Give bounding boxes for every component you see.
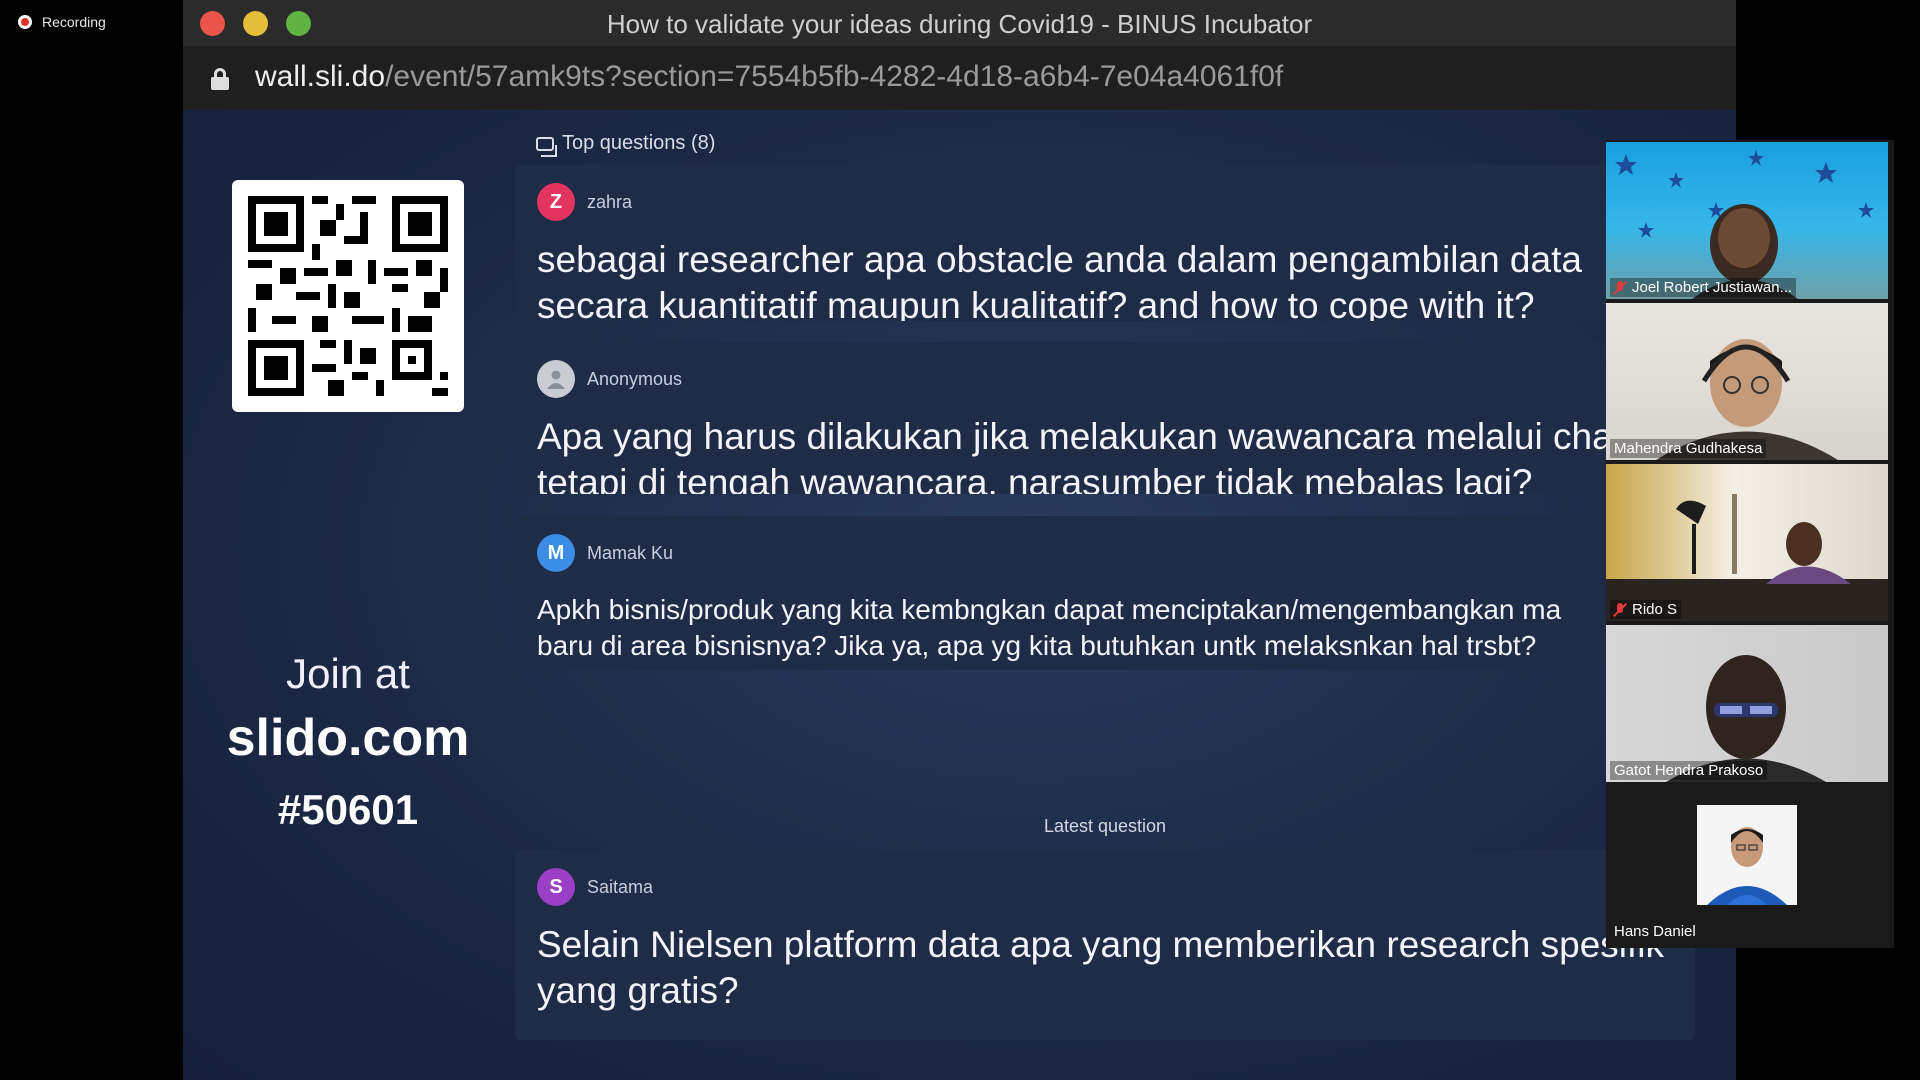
question-author-row: S Saitama: [537, 868, 653, 906]
video-feed: [1606, 464, 1888, 621]
participant-name-tag: Mahendra Gudhakesa: [1610, 439, 1767, 458]
video-feed: [1606, 142, 1888, 299]
participant-name: Hans Daniel: [1614, 923, 1696, 940]
questions-icon: [536, 136, 557, 157]
question-card: M Mamak Ku Apkh bisnis/produk yang kita …: [515, 516, 1695, 670]
latest-question-label: Latest question: [1043, 816, 1167, 836]
avatar: M: [537, 534, 575, 572]
question-card: Z zahra sebagai researcher apa obstacle …: [515, 165, 1695, 321]
question-text: Apa yang harus dilakukan jika melakukan …: [537, 414, 1677, 494]
video-feed: [1606, 303, 1888, 460]
top-questions-label: Top questions (8): [562, 132, 716, 154]
top-questions-header: Top questions (8): [536, 132, 716, 157]
join-info: Join at slido.com #50601: [183, 650, 513, 834]
address-bar[interactable]: wall.sli.do/event/57amk9ts?section=7554b…: [183, 46, 1736, 110]
participant-tile[interactable]: Rido S: [1606, 464, 1888, 621]
qr-code-image: [248, 196, 448, 396]
avatar: S: [537, 868, 575, 906]
anonymous-user-icon: [537, 360, 575, 398]
question-author: Anonymous: [587, 368, 683, 389]
participant-name-tag: Joel Robert Justiawan...: [1610, 278, 1797, 297]
participant-name-tag: Hans Daniel: [1610, 922, 1700, 941]
question-author-row: Anonymous: [537, 360, 682, 398]
lock-icon: [211, 68, 229, 90]
question-author-row: M Mamak Ku: [537, 534, 673, 572]
participant-tile[interactable]: Hans Daniel: [1606, 786, 1888, 943]
question-line: tetapi di tengah wawancara, narasumber t…: [537, 462, 1533, 494]
question-text: Selain Nielsen platform data apa yang me…: [537, 922, 1677, 1014]
question-author: Mamak Ku: [587, 542, 674, 563]
question-line: baru di area bisnisnya? Jika ya, apa yg …: [537, 630, 1537, 661]
question-author: zahra: [587, 191, 633, 212]
participant-gallery: Joel Robert Justiawan... Mahendra Gudhak…: [1606, 140, 1894, 948]
question-author-row: Z zahra: [537, 183, 632, 221]
question-text: Apkh bisnis/produk yang kita kembngkan d…: [537, 592, 1677, 664]
join-site: slido.com: [226, 709, 470, 767]
join-at-label: Join at: [286, 650, 410, 697]
join-code: #50601: [277, 786, 419, 833]
url-host: wall.sli.do: [255, 60, 386, 93]
recording-indicator[interactable]: Recording: [18, 14, 106, 30]
url-path: /event/57amk9ts?section=7554b5fb-4282-4d…: [385, 60, 1284, 93]
participant-profile-picture: [1697, 805, 1797, 905]
participant-name: Joel Robert Justiawan...: [1632, 279, 1793, 296]
participant-name-tag: Gatot Hendra Prakoso: [1610, 761, 1768, 780]
record-icon: [18, 15, 32, 29]
avatar: Z: [537, 183, 575, 221]
window-title: How to validate your ideas during Covid1…: [606, 9, 1313, 39]
question-card: S Saitama Selain Nielsen platform data a…: [515, 850, 1695, 1040]
question-line: sebagai researcher apa obstacle anda dal…: [537, 239, 1582, 280]
slido-wall: Join at slido.com #50601 Top questions (…: [183, 110, 1736, 1080]
question-line: Selain Nielsen platform data apa yang me…: [537, 924, 1665, 965]
question-line: Apkh bisnis/produk yang kita kembngkan d…: [537, 594, 1562, 625]
question-line: yang gratis?: [537, 970, 739, 1011]
question-text: sebagai researcher apa obstacle anda dal…: [537, 237, 1677, 321]
participant-name-tag: Rido S: [1610, 600, 1682, 619]
shared-screen: How to validate your ideas during Covid1…: [183, 0, 1736, 1080]
url-text[interactable]: wall.sli.do/event/57amk9ts?section=7554b…: [255, 60, 1283, 94]
participant-name: Mahendra Gudhakesa: [1614, 440, 1763, 457]
question-card: Anonymous Apa yang harus dilakukan jika …: [515, 342, 1695, 494]
video-feed: [1606, 625, 1888, 782]
participant-name: Rido S: [1632, 601, 1678, 618]
qr-code: [232, 180, 464, 412]
participant-tile-active-speaker[interactable]: Mahendra Gudhakesa: [1606, 303, 1888, 460]
participant-name: Gatot Hendra Prakoso: [1614, 762, 1764, 779]
recording-label: Recording: [42, 14, 106, 30]
question-author: Saitama: [587, 876, 654, 897]
question-line: secara kuantitatif maupun kualitatif? an…: [537, 285, 1535, 321]
muted-mic-icon: [1614, 280, 1626, 295]
question-line: Apa yang harus dilakukan jika melakukan …: [537, 416, 1613, 457]
window-titlebar: How to validate your ideas during Covid1…: [183, 0, 1736, 46]
muted-mic-icon: [1614, 602, 1626, 617]
participant-tile[interactable]: Gatot Hendra Prakoso: [1606, 625, 1888, 782]
participant-tile[interactable]: Joel Robert Justiawan...: [1606, 142, 1888, 299]
